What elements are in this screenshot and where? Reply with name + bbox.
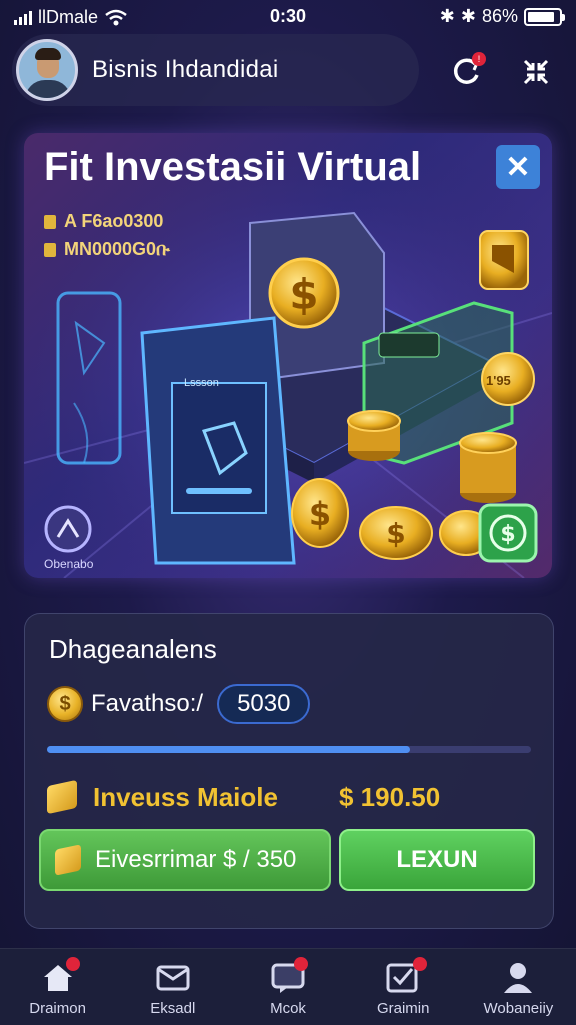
battery-icon bbox=[524, 7, 565, 26]
bluetooth-icon: ✱ bbox=[439, 6, 455, 26]
invest-button[interactable]: Eivesrrimar $ / 350 bbox=[39, 829, 331, 891]
chat-icon bbox=[268, 957, 308, 995]
investment-row: Inveuss Maiole $ 190.50 bbox=[47, 777, 531, 817]
progress-fill bbox=[47, 746, 410, 753]
status-bar: llDmale 0:30 ✱ ✱ 86% bbox=[0, 0, 576, 34]
notification-badge bbox=[413, 957, 428, 971]
avatar[interactable] bbox=[16, 39, 78, 101]
investment-value: $ 190.50 bbox=[339, 781, 441, 812]
svg-text:$: $ bbox=[309, 495, 331, 533]
gold-bar-icon bbox=[55, 844, 81, 876]
svg-text:$: $ bbox=[500, 522, 515, 547]
hero-stat-2-text: MN0000G0ቡ bbox=[64, 239, 170, 259]
home-icon bbox=[38, 957, 80, 995]
progress-bar bbox=[47, 746, 531, 753]
nav-label: Mcok bbox=[270, 1000, 306, 1017]
nav-item-profile[interactable]: Wobaneiiy bbox=[461, 949, 576, 1025]
badge-label: Obenabo bbox=[44, 557, 94, 571]
collapse-icon bbox=[523, 59, 549, 85]
nav-item-chat[interactable]: Mcok bbox=[230, 949, 345, 1025]
mail-icon bbox=[153, 959, 193, 995]
investment-illustration: $ $ $ $ bbox=[24, 133, 552, 578]
check-icon bbox=[383, 957, 428, 995]
svg-text:$: $ bbox=[386, 517, 405, 550]
nav-label: Eksadl bbox=[150, 1000, 196, 1017]
screen-label: Lssson bbox=[184, 377, 219, 389]
nav-item-home[interactable]: Draimon bbox=[0, 949, 115, 1025]
profile-icon bbox=[498, 959, 538, 995]
balance-label: Favathso:/ bbox=[91, 690, 204, 717]
svg-text:$: $ bbox=[289, 270, 318, 319]
go-button[interactable]: LEXUN bbox=[339, 829, 535, 891]
stat-icon bbox=[44, 242, 56, 257]
notification-badge bbox=[294, 957, 308, 971]
refresh-button[interactable]: ! bbox=[446, 52, 486, 92]
panel-title: Dhageanalens bbox=[49, 634, 217, 664]
nav-item-tasks[interactable]: Graimin bbox=[346, 949, 461, 1025]
hero-title: Fit Investasii Virtual bbox=[44, 145, 422, 189]
close-icon: ✕ bbox=[505, 150, 531, 184]
coin-icon: $ bbox=[47, 686, 83, 722]
bottom-nav: Draimon Eksadl Mcok Graimin Wobaneiiy bbox=[0, 948, 576, 1025]
go-button-label: LEXUN bbox=[396, 846, 478, 873]
nav-label: Wobaneiiy bbox=[483, 1000, 554, 1017]
balance-value[interactable]: 5030 bbox=[217, 684, 311, 724]
user-name: Bisnis Ihdandidai bbox=[92, 56, 279, 83]
collapse-button[interactable] bbox=[516, 52, 556, 92]
invest-button-label: Eivesrrimar $ / 350 bbox=[95, 846, 297, 873]
hero-stat-2: MN0000G0ቡ bbox=[44, 239, 170, 260]
stat-icon bbox=[44, 214, 56, 229]
gold-bar-icon bbox=[47, 779, 77, 815]
battery-percent: 86% bbox=[481, 6, 518, 26]
hero-banner: $ $ $ $ Fit Investasii Virtual ✕ A F6ao0… bbox=[24, 133, 552, 578]
notification-badge bbox=[65, 957, 80, 971]
investment-label: Inveuss Maiole bbox=[93, 781, 278, 812]
notification-badge: ! bbox=[472, 52, 486, 66]
price-tag: 1'95 bbox=[486, 373, 511, 388]
hero-stat-1: A F6ao0300 bbox=[44, 211, 163, 232]
hero-stat-1-text: A F6ao0300 bbox=[64, 211, 164, 231]
balance-row: $ Favathso:/ 5030 bbox=[47, 684, 311, 724]
profile-header[interactable]: Bisnis Ihdandidai bbox=[12, 34, 419, 106]
nav-label: Draimon bbox=[29, 1000, 86, 1017]
investment-panel: Dhageanalens $ Favathso:/ 5030 Inveuss M… bbox=[24, 613, 554, 929]
nav-label: Graimin bbox=[376, 1000, 430, 1017]
close-button[interactable]: ✕ bbox=[496, 145, 540, 189]
bluetooth-icon-2: ✱ bbox=[460, 6, 476, 26]
nav-item-inbox[interactable]: Eksadl bbox=[115, 949, 230, 1025]
